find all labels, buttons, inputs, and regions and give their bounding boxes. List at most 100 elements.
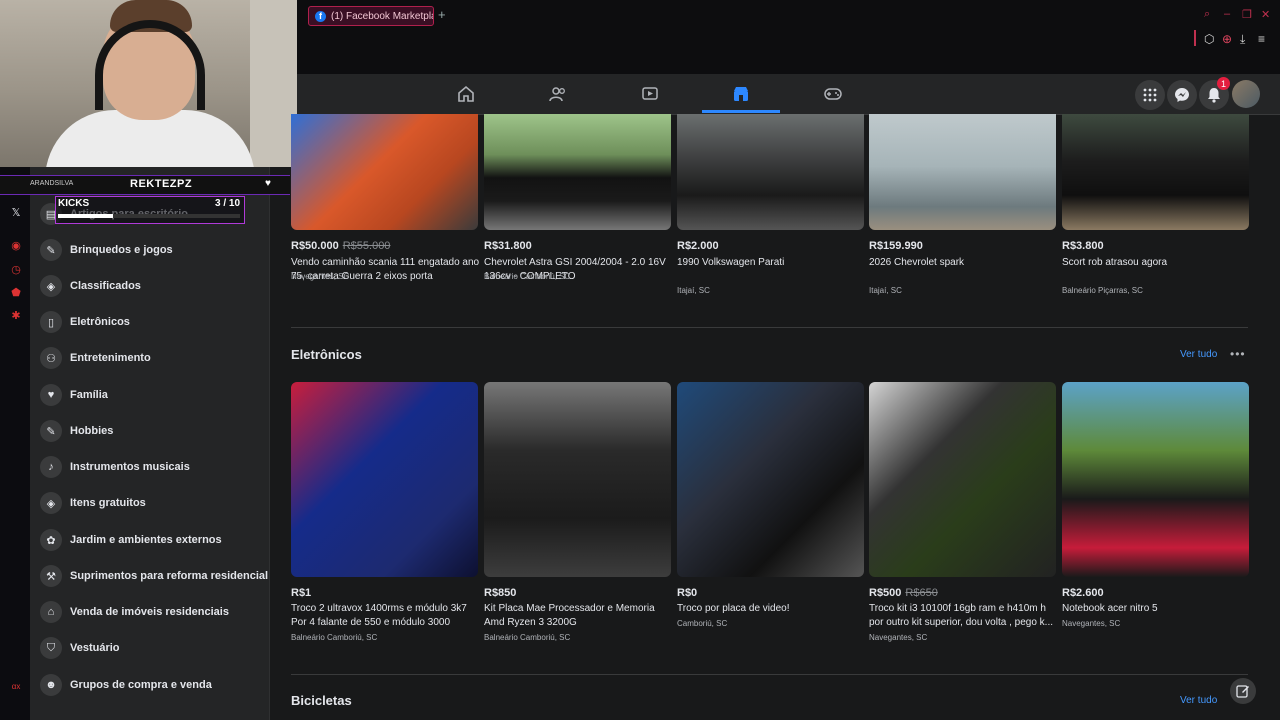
- sidebar-item[interactable]: ♥ Família: [40, 380, 260, 410]
- listing-price: R$2.600: [1062, 587, 1104, 599]
- price-current: R$3.800: [1062, 240, 1104, 252]
- listing-photo[interactable]: [677, 114, 864, 230]
- sidebar-item[interactable]: ⚒ Suprimentos para reforma residencial: [40, 561, 268, 591]
- compose-message-icon[interactable]: [1230, 678, 1256, 704]
- sidebar-item-label: Jardim e ambientes externos: [70, 534, 222, 546]
- listing-photo[interactable]: [869, 114, 1056, 230]
- friends-icon[interactable]: [546, 84, 570, 104]
- sidebar-item[interactable]: ⛉ Vestuário: [40, 633, 260, 663]
- webcam-feed: [0, 0, 297, 167]
- minimize-icon[interactable]: ‒: [1224, 8, 1230, 20]
- listing-price: R$50.000 R$55.000: [291, 240, 390, 252]
- sidebar-item[interactable]: ✿ Jardim e ambientes externos: [40, 525, 260, 555]
- wrench-icon: ⚒: [40, 565, 62, 587]
- listing-price: R$500 R$650: [869, 587, 938, 599]
- listing-title[interactable]: Troco 2 ultravox 1400rms e módulo 3k7 Po…: [291, 602, 481, 630]
- see-all-bicycles-link[interactable]: Ver tudo: [1180, 695, 1217, 706]
- listing-title[interactable]: Notebook acer nitro 5: [1062, 602, 1252, 616]
- facebook-header: [297, 74, 1280, 115]
- listing-photo[interactable]: [869, 382, 1056, 577]
- apps-menu-icon[interactable]: [1135, 80, 1165, 110]
- garden-icon: ✿: [40, 529, 62, 551]
- sidebar-item[interactable]: ✎ Hobbies: [40, 416, 260, 446]
- lock-icon[interactable]: ⊕: [1222, 32, 1232, 46]
- price-current: R$500: [869, 587, 902, 599]
- sidebar-item-label: Classificados: [70, 280, 141, 292]
- heart-icon: ♥: [40, 384, 62, 406]
- sidebar-item[interactable]: ⌂ Venda de imóveis residenciais: [40, 597, 260, 627]
- listing-price: R$2.000: [677, 240, 719, 252]
- price-current: R$1: [291, 587, 312, 599]
- listing-title[interactable]: Kit Placa Mae Processador e Memoria Amd …: [484, 602, 674, 630]
- listing-title[interactable]: Scort rob atrasou agora: [1062, 256, 1252, 270]
- watch-icon[interactable]: [638, 84, 662, 104]
- home-icon[interactable]: [454, 84, 478, 104]
- listing-photo[interactable]: [677, 382, 864, 577]
- browser-tab[interactable]: f (1) Facebook Marketplace: [308, 6, 434, 26]
- sidebar-item-label: Suprimentos para reforma residencial: [70, 570, 269, 582]
- guitar-icon: ♪: [40, 456, 62, 478]
- streamer-name: REKTEZPZ: [130, 178, 193, 190]
- listing-title[interactable]: 1990 Volkswagen Parati: [677, 256, 867, 270]
- sidebar-item[interactable]: ◈ Classificados: [40, 271, 260, 301]
- active-tab-indicator: [702, 110, 780, 113]
- tab-title: (1) Facebook Marketplace: [331, 10, 433, 22]
- section-divider: [291, 327, 1248, 328]
- section-title-bicycles: Bicicletas: [291, 693, 352, 708]
- sidebar-item[interactable]: ▯ Eletrônicos: [40, 307, 260, 337]
- listing-location: Navegantes, SC: [1062, 619, 1121, 628]
- gaming-icon[interactable]: [821, 84, 845, 104]
- sidebar-item[interactable]: ✎ Brinquedos e jogos: [40, 235, 260, 265]
- price-current: R$0: [677, 587, 698, 599]
- sidebar-item[interactable]: ⚇ Entretenimento: [40, 343, 260, 373]
- download-icon[interactable]: ⤓: [1240, 32, 1245, 47]
- price-current: R$2.600: [1062, 587, 1104, 599]
- listing-location: Camboriú, SC: [677, 619, 728, 628]
- kicks-goal-count: 3 / 10: [215, 198, 240, 209]
- extensions-icon[interactable]: ⬡: [1204, 32, 1214, 46]
- sidebar-item-label: Hobbies: [70, 425, 114, 437]
- avatar[interactable]: [1232, 80, 1260, 108]
- sidebar-item[interactable]: ☻ Grupos de compra e venda: [40, 670, 260, 700]
- listing-photo[interactable]: [484, 114, 671, 230]
- listing-price: R$159.990: [869, 240, 923, 252]
- messenger-icon[interactable]: [1167, 80, 1197, 110]
- listing-location: Balneário Camboriú, SC: [484, 633, 571, 642]
- listing-title[interactable]: 2026 Chevrolet spark: [869, 256, 1059, 270]
- listing-photo[interactable]: [1062, 382, 1249, 577]
- listing-photo[interactable]: [1062, 114, 1249, 230]
- listing-photo[interactable]: [291, 382, 478, 577]
- listing-title[interactable]: Troco kit i3 10100f 16gb ram e h410m h p…: [869, 602, 1059, 630]
- listing-title[interactable]: Troco por placa de video!: [677, 602, 867, 616]
- search-icon[interactable]: ⌕: [1204, 8, 1210, 21]
- price-current: R$2.000: [677, 240, 719, 252]
- price-current: R$159.990: [869, 240, 923, 252]
- record-icon: ◉: [11, 240, 21, 252]
- menu-icon[interactable]: ≡: [1258, 32, 1265, 46]
- listing-photo[interactable]: [484, 382, 671, 577]
- toolbar-divider: [1194, 30, 1196, 46]
- kicks-goal-total: / 10: [223, 198, 241, 209]
- see-all-electronics-link[interactable]: Ver tudo: [1180, 349, 1217, 360]
- shirt-icon: ⛉: [40, 637, 62, 659]
- notification-badge: 1: [1217, 77, 1230, 90]
- sidebar-item-label: Venda de imóveis residenciais: [70, 606, 229, 618]
- marketplace-icon[interactable]: [729, 84, 753, 104]
- listing-price: R$0: [677, 587, 697, 599]
- sidebar-item[interactable]: ♪ Instrumentos musicais: [40, 452, 260, 482]
- facebook-favicon-icon: f: [315, 10, 326, 22]
- listing-location: Balneário Piçarras, SC: [1062, 286, 1143, 295]
- close-icon[interactable]: ✕: [1261, 8, 1270, 21]
- sidebar-item-label: Grupos de compra e venda: [70, 679, 212, 691]
- settings-icon: ✱: [11, 310, 21, 322]
- more-options-icon[interactable]: •••: [1230, 347, 1246, 361]
- sidebar-item[interactable]: ◈ Itens gratuitos: [40, 488, 260, 518]
- restore-icon[interactable]: ❐: [1242, 8, 1252, 21]
- listing-price: R$3.800: [1062, 240, 1104, 252]
- section-title-electronics: Eletrônicos: [291, 347, 362, 362]
- kicks-goal-fill: [58, 214, 113, 218]
- listing-photo[interactable]: [291, 114, 478, 230]
- sidebar-item-label: Entretenimento: [70, 352, 151, 364]
- new-tab-button[interactable]: +: [438, 7, 446, 22]
- toy-icon: ✎: [40, 239, 62, 261]
